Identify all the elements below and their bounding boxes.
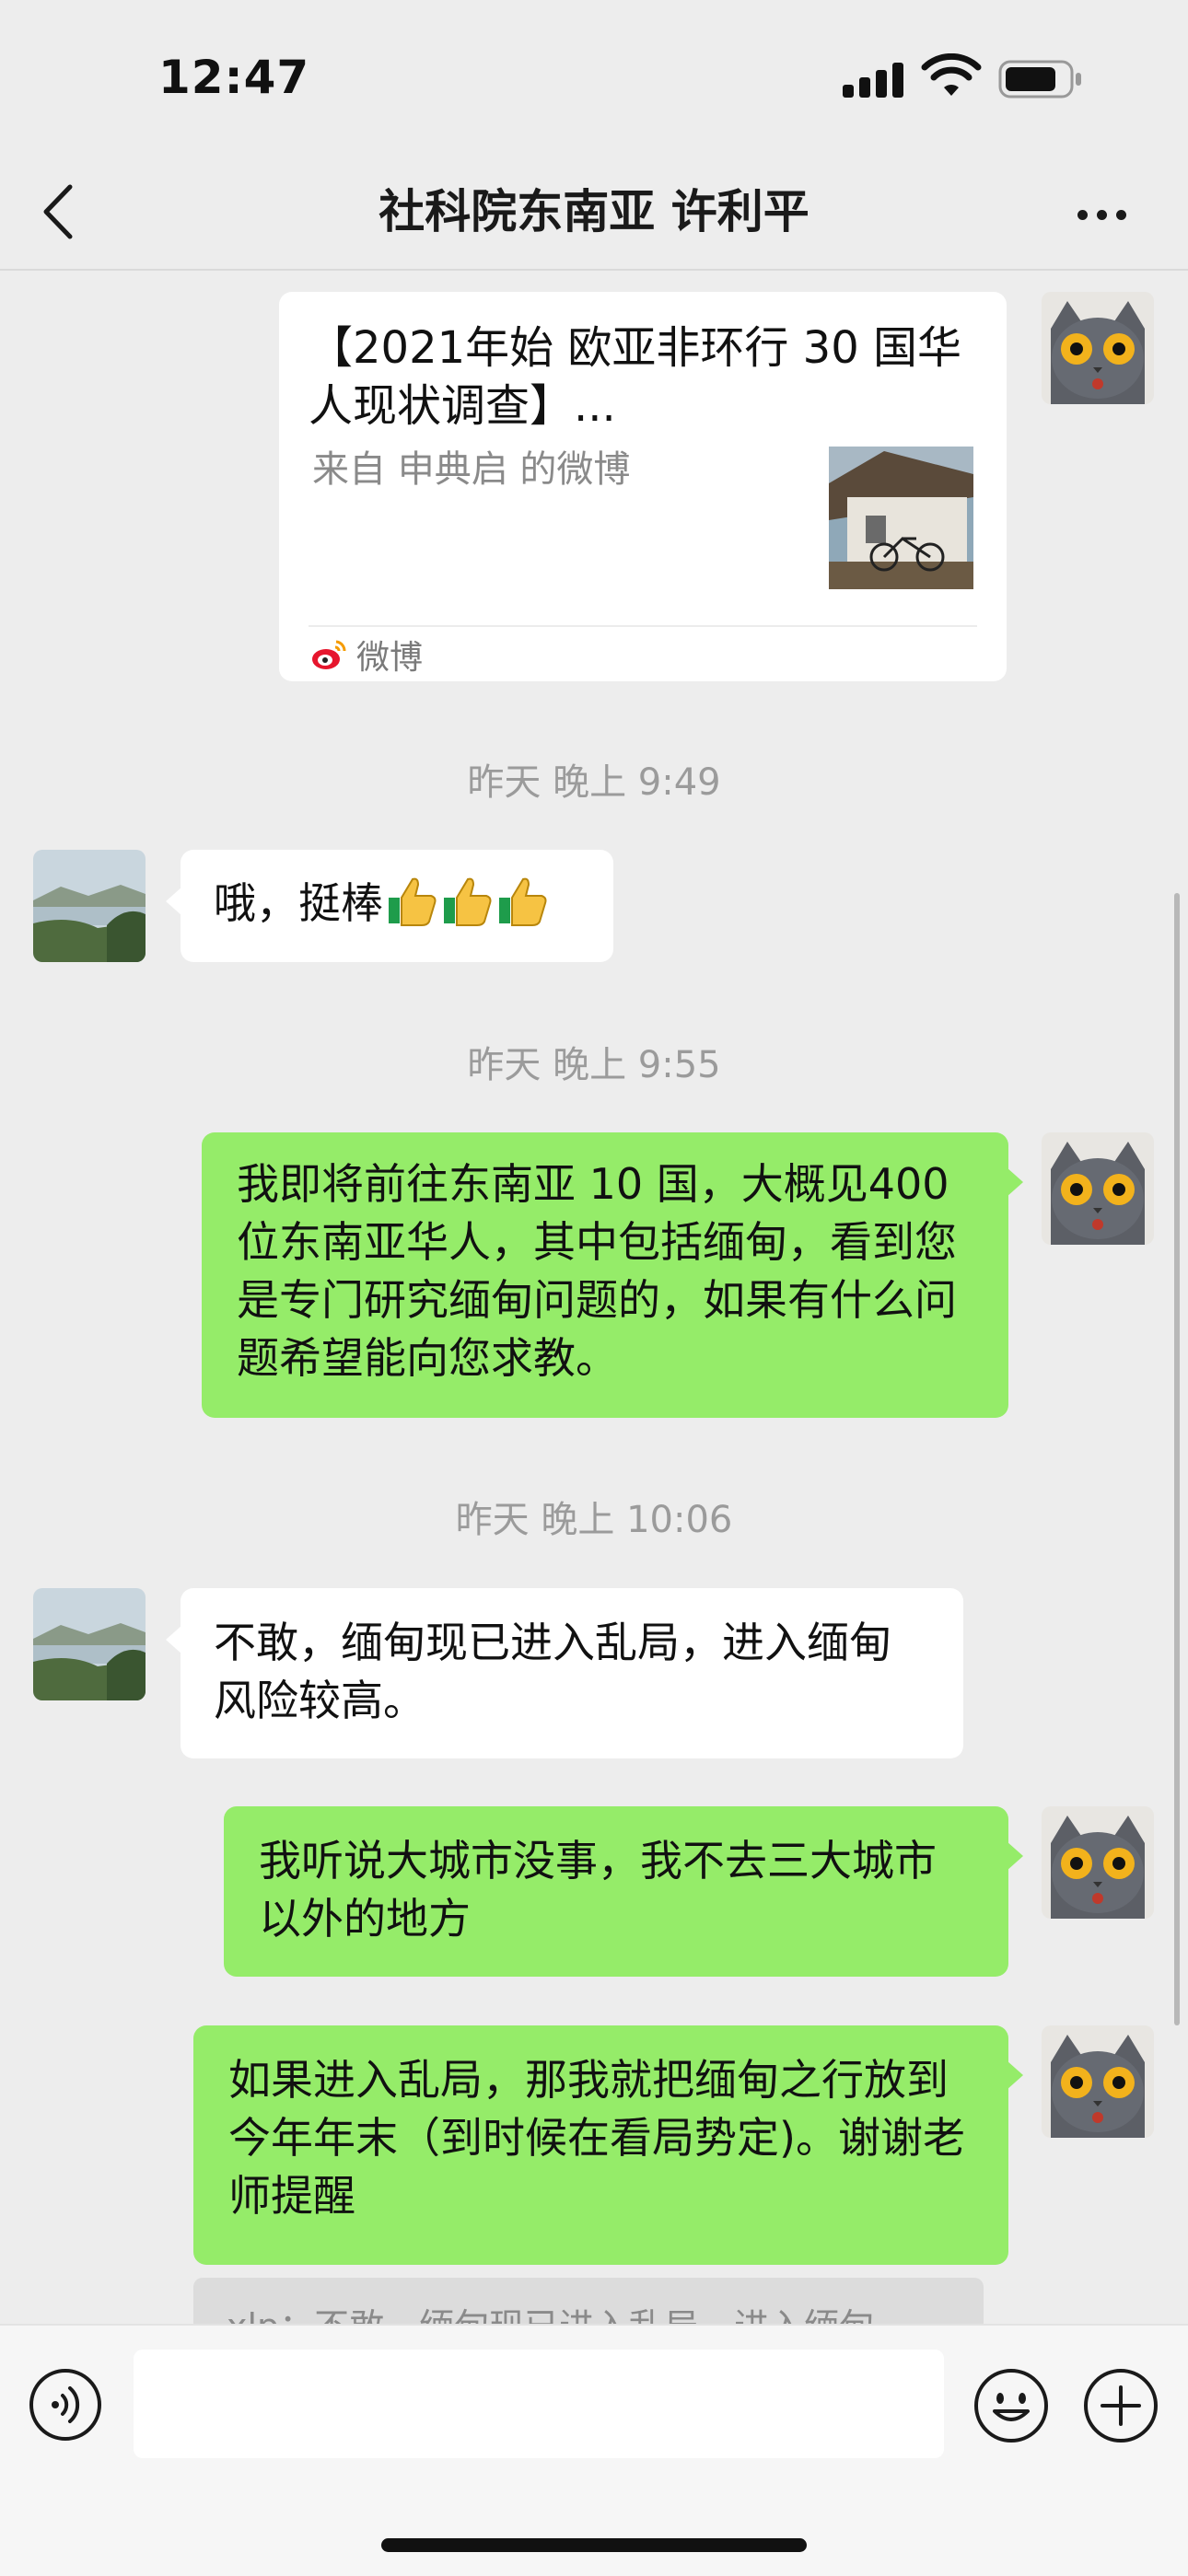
thumbs-up-emoji-icon <box>389 877 437 926</box>
card-divider <box>309 625 977 627</box>
wifi-icon <box>921 53 982 96</box>
cellular-signal-icon <box>843 57 916 98</box>
chat-title: 社科院东南亚 许利平 <box>379 185 809 238</box>
card-source: 来自 申典启 的微博 <box>312 448 631 491</box>
message-text: 哦，挺棒 <box>214 878 383 928</box>
timestamp: 昨天 晚上 10:06 <box>455 1499 733 1541</box>
message-input[interactable] <box>134 2350 944 2458</box>
contact-avatar[interactable] <box>33 1588 146 1700</box>
card-app-label: 微博 <box>356 639 424 677</box>
timestamp: 昨天 晚上 9:55 <box>467 1044 721 1086</box>
self-avatar[interactable] <box>1042 292 1154 404</box>
message-text: 如果进入乱局，那我就把缅甸之行放到今年年末（到时候在看局势定)。谢谢老师提醒 <box>228 2055 965 2221</box>
message-text: 我即将前往东南亚 10 国，大概见400 位东南亚华人，其中包括缅甸，看到您是专… <box>237 1159 957 1383</box>
cat-avatar-icon <box>1042 1132 1154 1245</box>
cat-avatar-icon <box>1042 1806 1154 1919</box>
message-text: 我听说大城市没事，我不去三大城市以外的地方 <box>259 1836 937 1944</box>
contact-avatar[interactable] <box>33 850 146 962</box>
landscape-avatar-icon <box>33 1588 146 1700</box>
battery-icon <box>998 60 1081 99</box>
status-time: 12:47 <box>158 51 310 104</box>
add-attachment-icon[interactable] <box>1082 2367 1159 2444</box>
card-title: 【2021年始 欧亚非环行 30 国华人现状调查】... <box>309 322 962 432</box>
home-indicator[interactable] <box>381 2538 807 2552</box>
voice-input-icon[interactable] <box>28 2367 103 2443</box>
self-avatar[interactable] <box>1042 1806 1154 1919</box>
cat-avatar-icon <box>1042 2025 1154 2138</box>
more-options-icon[interactable] <box>1077 191 1142 238</box>
message-text: 不敢，缅甸现已进入乱局，进入缅甸风险较高。 <box>214 1618 891 1725</box>
message-bubble-incoming[interactable]: 不敢，缅甸现已进入乱局，进入缅甸风险较高。 <box>166 1588 963 1758</box>
message-bubble-outgoing[interactable]: 我听说大城市没事，我不去三大城市以外的地方 <box>224 1806 1023 1977</box>
thumbs-up-emoji-icon <box>499 877 547 926</box>
message-bubble-outgoing[interactable]: 如果进入乱局，那我就把缅甸之行放到今年年末（到时候在看局势定)。谢谢老师提醒 <box>193 2025 1023 2265</box>
message-bubble-outgoing[interactable]: 我即将前往东南亚 10 国，大概见400 位东南亚华人，其中包括缅甸，看到您是专… <box>202 1132 1023 1418</box>
card-thumbnail-image <box>829 447 973 589</box>
thumbs-up-emoji-icon <box>444 877 492 926</box>
self-avatar[interactable] <box>1042 2025 1154 2138</box>
chat-scrollbar[interactable] <box>1174 893 1180 2025</box>
emoji-icon[interactable] <box>973 2367 1050 2444</box>
shared-link-card[interactable]: 【2021年始 欧亚非环行 30 国华人现状调查】... 来自 申典启 的微博 … <box>279 292 1007 681</box>
landscape-avatar-icon <box>33 850 146 962</box>
weibo-icon <box>312 640 346 669</box>
nav-divider <box>0 269 1188 271</box>
timestamp: 昨天 晚上 9:49 <box>467 761 721 804</box>
self-avatar[interactable] <box>1042 1132 1154 1245</box>
message-bubble-incoming[interactable]: 哦，挺棒 <box>166 850 613 962</box>
cat-avatar-icon <box>1042 292 1154 404</box>
